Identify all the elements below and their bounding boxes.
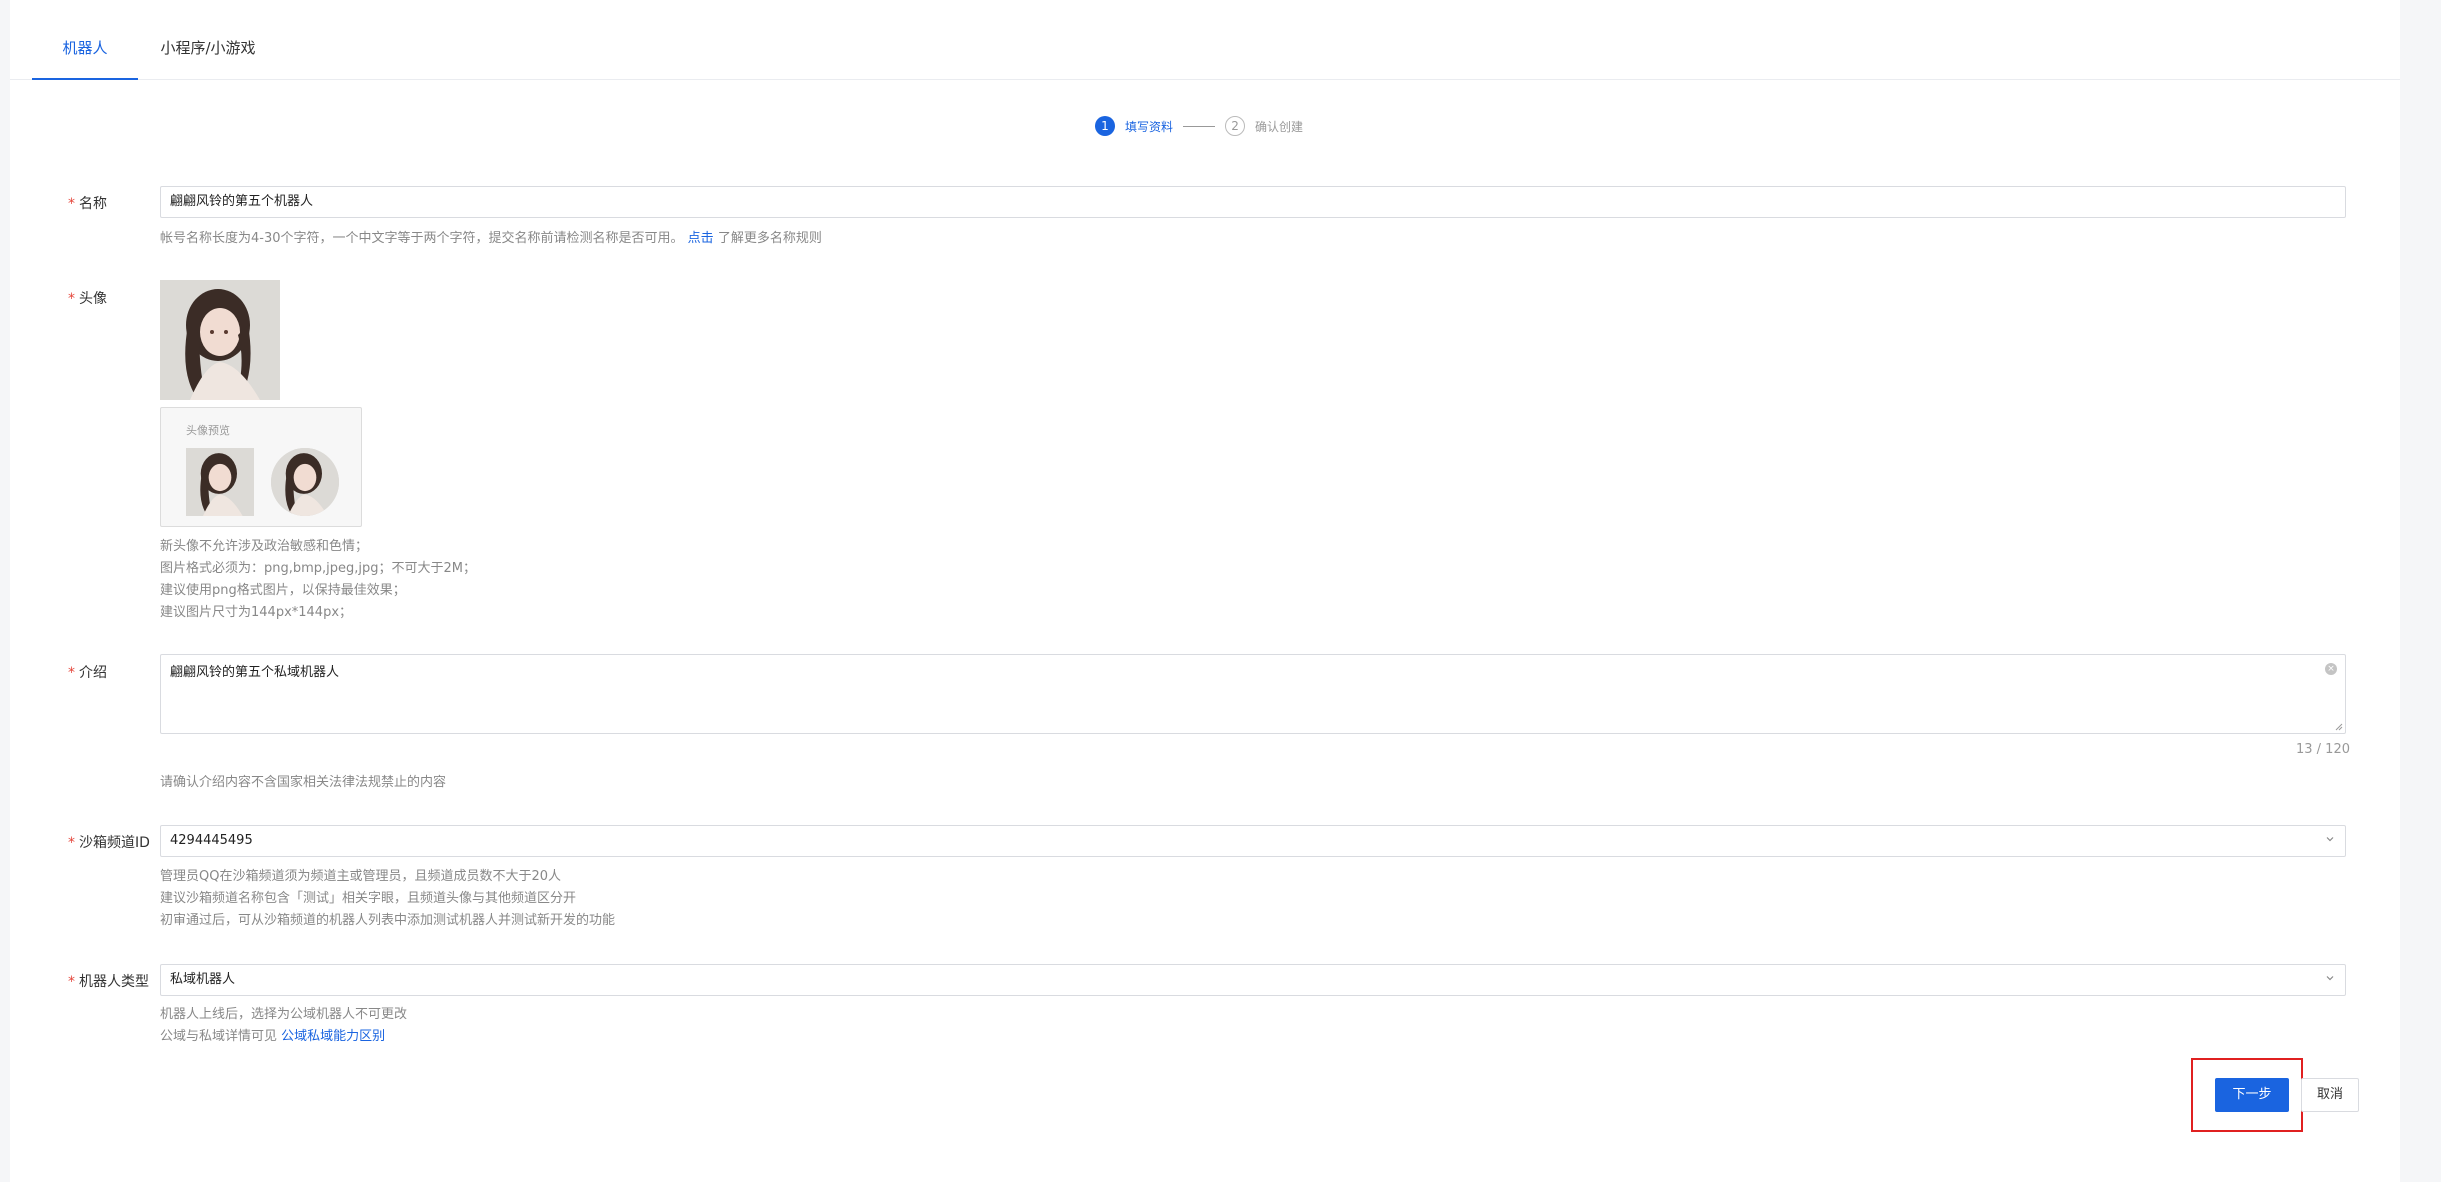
avatar-hint-4: 建议图片尺寸为144px*144px； (160, 605, 353, 620)
step-indicator: 1 填写资料 2 确认创建 (1095, 115, 1303, 137)
cancel-button[interactable]: 取消 (2301, 1078, 2359, 1112)
required-mark: * (68, 835, 75, 851)
domain-diff-link[interactable]: 公域私域能力区别 (281, 1029, 385, 1044)
robot-type-hint-2: 公域与私域详情可见 公域私域能力区别 (160, 1026, 385, 1048)
robot-type-select[interactable]: 私域机器人 (160, 964, 2346, 996)
step-connector (1183, 125, 1216, 127)
name-hint-suffix: 了解更多名称规则 (717, 231, 822, 246)
avatar-preview-square (186, 448, 254, 516)
tab-robot[interactable]: 机器人 (32, 0, 138, 80)
avatar-hint-1: 新头像不允许涉及政治敏感和色情； (160, 539, 369, 554)
sandbox-hint-2: 建议沙箱频道名称包含「测试」相关字眼，且频道头像与其他频道区分开 (160, 891, 577, 906)
robot-type-hint-text: 公域与私域详情可见 (160, 1029, 278, 1044)
avatar-label-text: 头像 (79, 291, 107, 307)
required-mark: * (68, 665, 75, 681)
robot-type-label-text: 机器人类型 (79, 974, 149, 990)
robot-type-value: 私域机器人 (170, 972, 236, 987)
tab-bar: 机器人 小程序/小游戏 (10, 0, 2400, 80)
required-mark: * (68, 196, 75, 212)
intro-value: 翩翩风铃的第五个私域机器人 (170, 665, 340, 680)
required-mark: * (68, 291, 75, 307)
intro-char-counter: 13 / 120 (2296, 742, 2350, 757)
name-rules-link[interactable]: 点击 (688, 231, 714, 246)
intro-textarea[interactable]: 翩翩风铃的第五个私域机器人 × (160, 654, 2346, 734)
next-step-button[interactable]: 下一步 (2215, 1078, 2289, 1112)
intro-label: * 介绍 (68, 662, 107, 682)
sandbox-channel-select[interactable]: 4294445495 (160, 825, 2346, 857)
intro-hint: 请确认介绍内容不含国家相关法律法规禁止的内容 (160, 775, 447, 790)
step-1-label: 填写资料 (1125, 119, 1174, 134)
avatar-preview-box: 头像预览 (160, 407, 362, 527)
step-2-icon: 2 (1225, 116, 1246, 136)
sandbox-hint-3: 初审通过后，可从沙箱频道的机器人列表中添加测试机器人并测试新开发的功能 (160, 913, 616, 928)
sandbox-label: * 沙箱频道ID (68, 832, 150, 852)
chevron-down-icon (2326, 837, 2334, 842)
sandbox-hint-1: 管理员QQ在沙箱频道须为频道主或管理员，且频道成员数不大于20人 (160, 869, 562, 884)
name-input[interactable]: 翩翩风铃的第五个机器人 (160, 186, 2346, 218)
page-gutter (2400, 0, 2441, 1182)
sandbox-value: 4294445495 (170, 833, 253, 848)
name-label-text: 名称 (79, 196, 107, 212)
avatar-upload-image[interactable] (160, 280, 280, 400)
avatar-preview-round (271, 448, 339, 516)
resize-grip-icon[interactable] (2335, 723, 2343, 731)
name-hint: 帐号名称长度为4-30个字符，一个中文字等于两个字符，提交名称前请检测名称是否可… (160, 228, 822, 250)
clear-icon[interactable]: × (2325, 663, 2337, 675)
step-2-label: 确认创建 (1255, 119, 1304, 134)
avatar-hint-2: 图片格式必须为：png,bmp,jpeg,jpg；不可大于2M； (160, 561, 477, 576)
avatar-preview-title: 头像预览 (186, 424, 230, 437)
name-label: * 名称 (68, 193, 107, 213)
intro-label-text: 介绍 (79, 665, 107, 681)
chevron-down-icon (2326, 976, 2334, 981)
robot-type-hint-1: 机器人上线后，选择为公域机器人不可更改 (160, 1007, 408, 1022)
tab-mini-program[interactable]: 小程序/小游戏 (138, 0, 278, 80)
avatar-label: * 头像 (68, 288, 107, 308)
required-mark: * (68, 974, 75, 990)
sandbox-label-text: 沙箱频道ID (79, 835, 150, 851)
name-hint-text: 帐号名称长度为4-30个字符，一个中文字等于两个字符，提交名称前请检测名称是否可… (160, 231, 684, 246)
create-robot-page: 机器人 小程序/小游戏 1 填写资料 2 确认创建 * 名称 翩翩风铃的第五个机器… (10, 0, 2400, 1182)
step-1-icon: 1 (1095, 116, 1115, 136)
robot-type-label: * 机器人类型 (68, 971, 149, 991)
avatar-hint-3: 建议使用png格式图片，以保持最佳效果； (160, 583, 406, 598)
